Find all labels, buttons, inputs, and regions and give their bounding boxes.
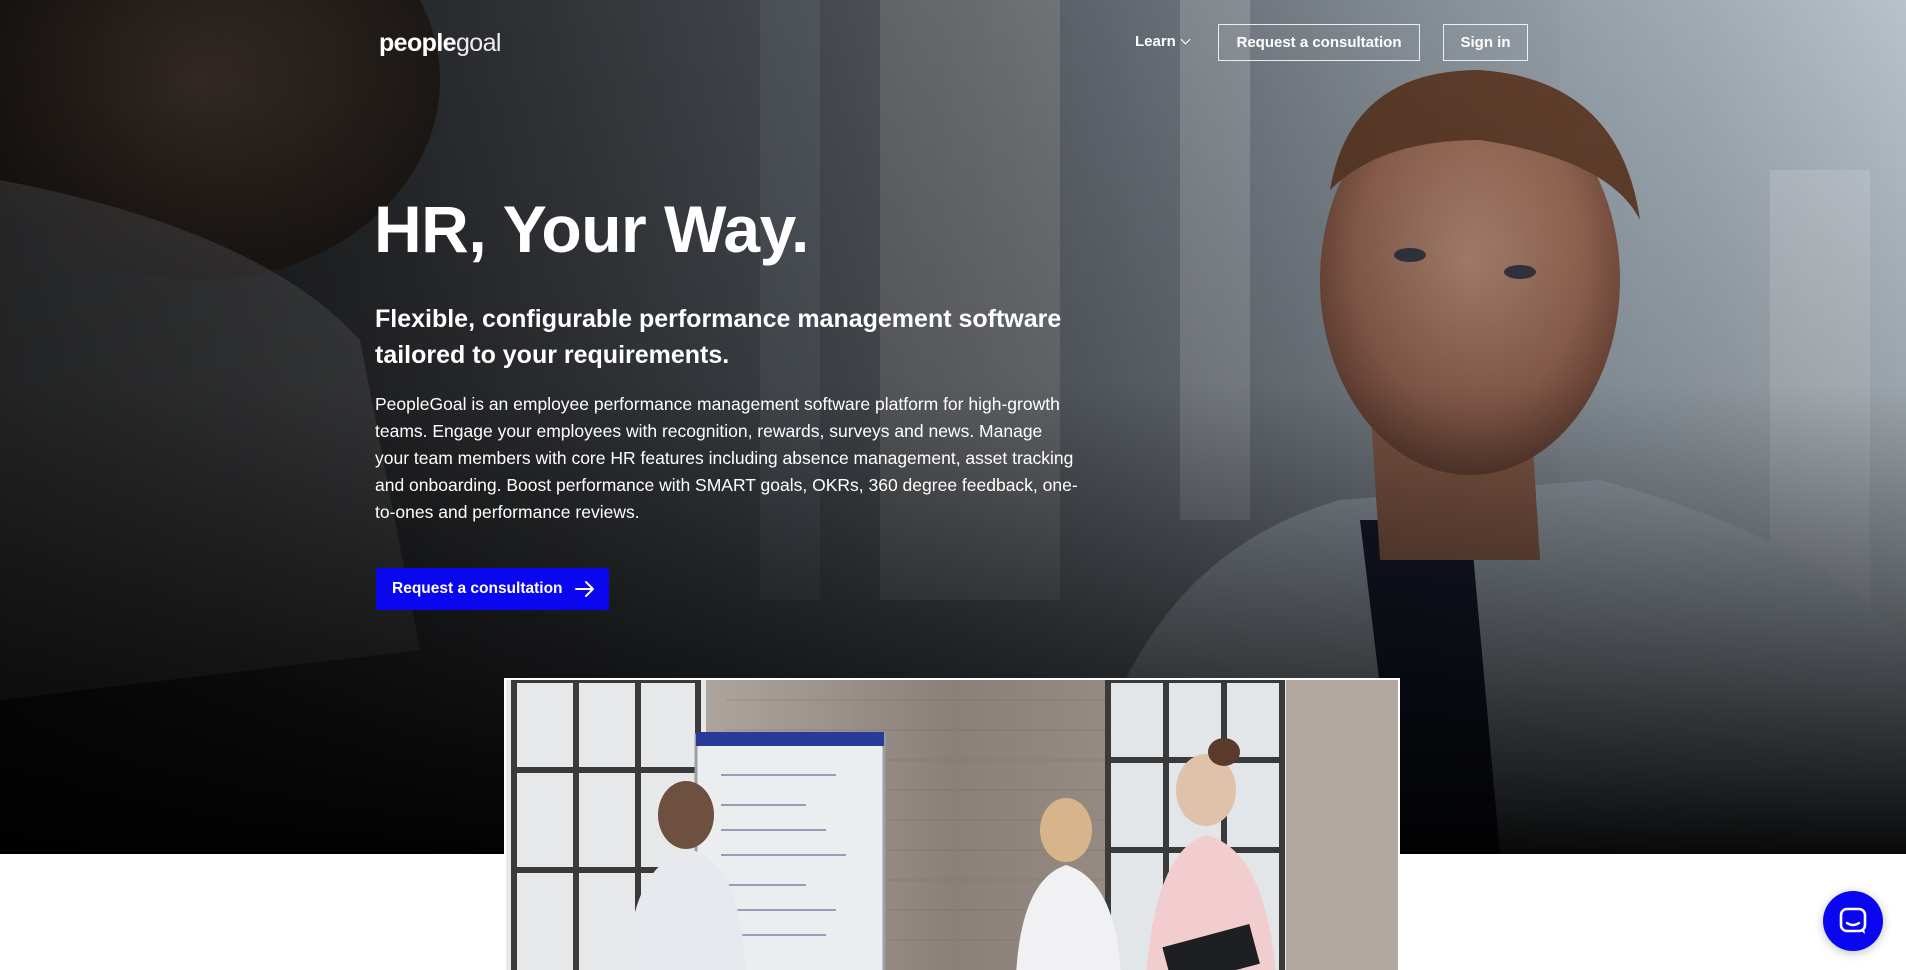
peoplegoal-logo[interactable]: peoplegoal (379, 29, 501, 58)
chevron-down-icon (1180, 34, 1191, 45)
hero-video-thumbnail[interactable] (504, 678, 1400, 970)
nav-learn-dropdown[interactable]: Learn (1135, 33, 1191, 50)
hero-cta-label: Request a consultation (392, 580, 563, 597)
arrow-right-icon (574, 581, 594, 597)
sign-in-button[interactable]: Sign in (1443, 24, 1528, 61)
hero-subtitle: Flexible, configurable performance manag… (375, 305, 1062, 369)
nav-request-consultation-label: Request a consultation (1236, 34, 1402, 51)
office-meeting-image (506, 680, 1398, 970)
hero-request-consultation-button[interactable]: Request a consultation (376, 568, 609, 610)
chat-launcher-button[interactable] (1823, 891, 1883, 951)
logo-text-people: people (379, 29, 457, 57)
page: peoplegoal Learn Request a consultation … (0, 0, 1906, 970)
logo-text-goal: goal (455, 29, 501, 57)
hero-title: HR, Your Way. (374, 192, 809, 266)
sign-in-label: Sign in (1460, 34, 1511, 51)
chat-bubble-icon (1839, 907, 1867, 934)
nav-request-consultation-button[interactable]: Request a consultation (1218, 24, 1420, 61)
nav-learn-label: Learn (1135, 33, 1176, 50)
hero-description: PeopleGoal is an employee performance ma… (375, 394, 1078, 522)
